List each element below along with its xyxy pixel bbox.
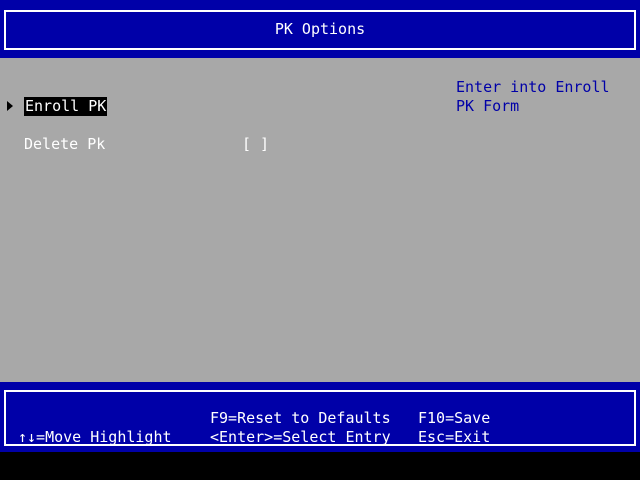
bottom-black-bar xyxy=(0,452,640,480)
menu-item-enroll-pk[interactable]: Enroll PK xyxy=(24,97,108,116)
key-help-bar: ↑↓=Move Highlight F9=Reset to Defaults <… xyxy=(0,382,640,452)
delete-pk-checkbox[interactable]: [ ] xyxy=(242,135,269,154)
exit-hint: Esc=Exit xyxy=(418,428,491,446)
key-help-frame: ↑↓=Move Highlight F9=Reset to Defaults <… xyxy=(4,390,636,446)
move-highlight-hint: ↑↓=Move Highlight xyxy=(18,428,172,446)
help-text: Enter into Enroll PK Form xyxy=(456,78,619,115)
setup-content-area: Enroll PK Delete Pk [ ] Enter into Enrol… xyxy=(0,58,640,382)
page-title: PK Options xyxy=(274,20,366,38)
title-bar: PK Options xyxy=(0,0,640,58)
reset-defaults-hint: F9=Reset to Defaults xyxy=(210,409,391,427)
select-entry-hint: <Enter>=Select Entry xyxy=(210,428,391,446)
save-hint: F10=Save xyxy=(418,409,491,427)
selection-pointer-icon xyxy=(7,101,13,111)
menu-item-delete-pk[interactable]: Delete Pk xyxy=(24,135,105,154)
title-frame: PK Options xyxy=(4,10,636,50)
